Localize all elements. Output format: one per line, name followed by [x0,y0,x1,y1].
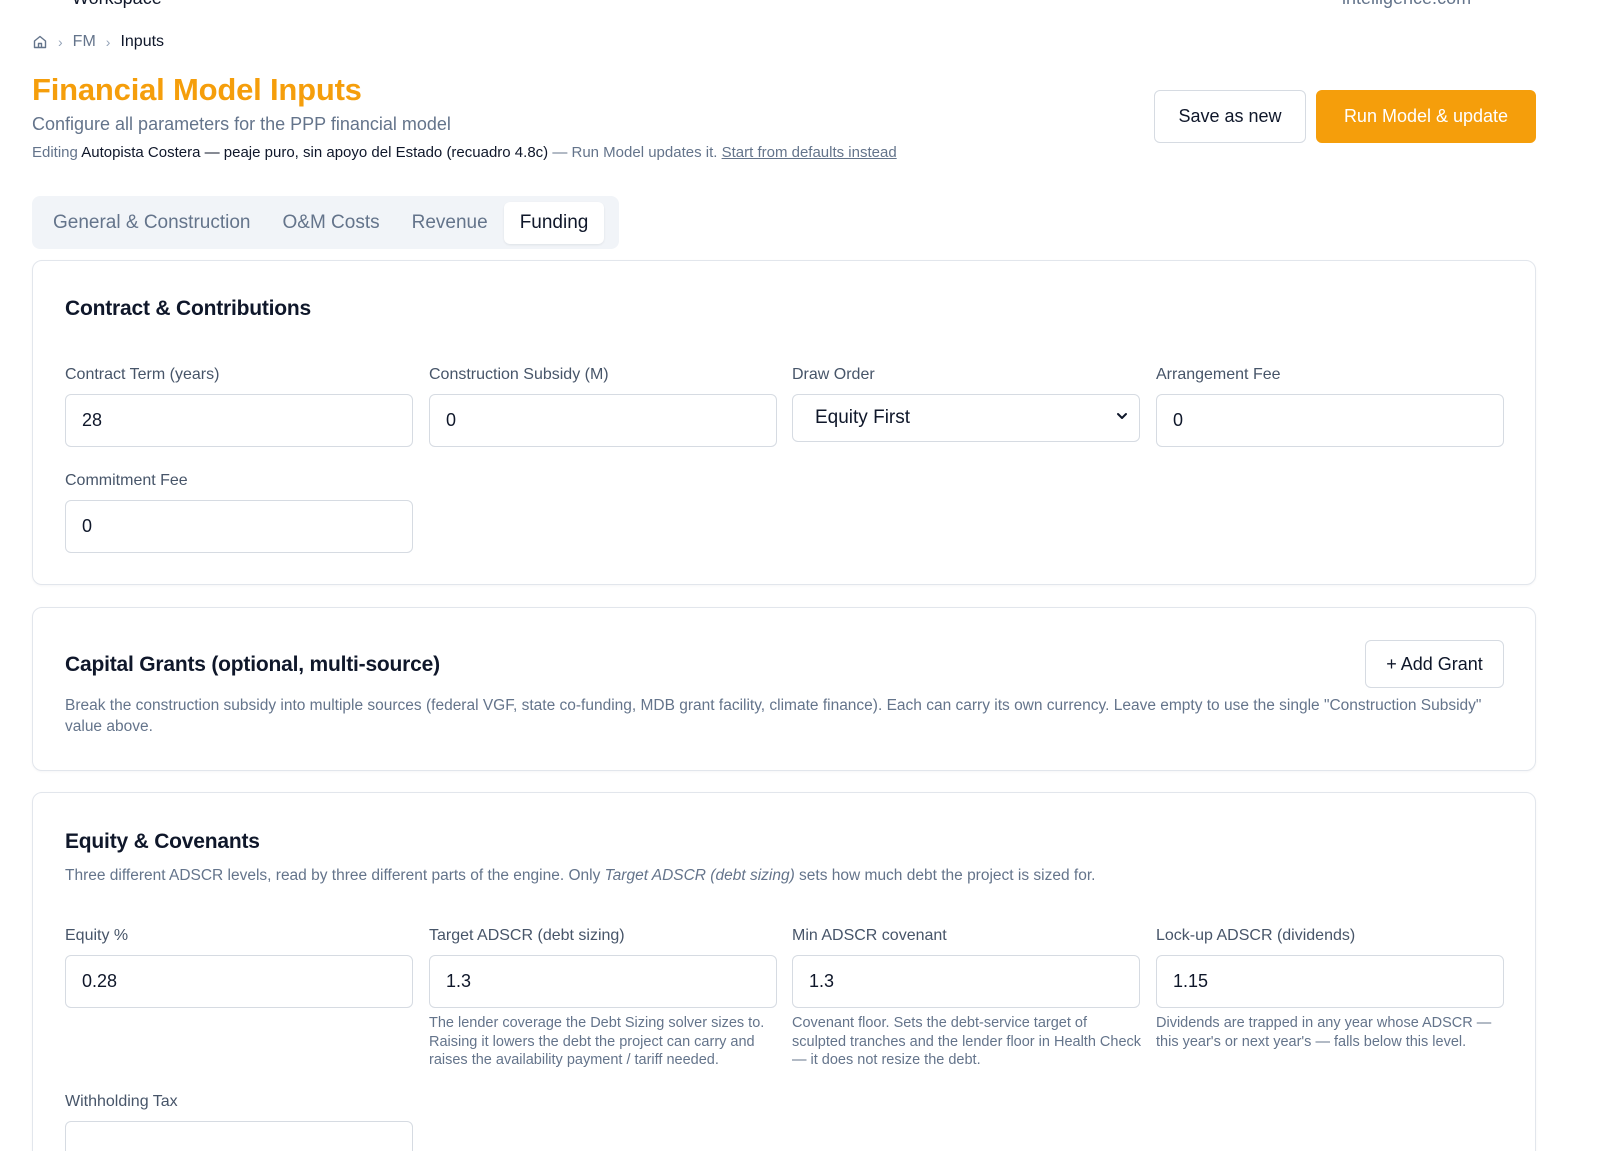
tab-revenue[interactable]: Revenue [396,202,504,244]
start-from-defaults-link[interactable]: Start from defaults instead [722,144,897,161]
draw-order-select[interactable]: Equity First [792,394,1140,442]
add-grant-button[interactable]: + Add Grant [1365,640,1504,688]
desc-before: Three different ADSCR levels, read by th… [65,867,605,884]
tab-general-construction[interactable]: General & Construction [37,202,267,244]
editing-prefix: Editing [32,144,78,161]
draw-order-label: Draw Order [792,366,875,383]
withholding-tax-label: Withholding Tax [65,1093,178,1110]
capital-grants-card: Capital Grants (optional, multi-source) … [32,607,1536,771]
equity-covenants-card: Equity & Covenants Three different ADSCR… [32,792,1536,1151]
desc-italic: Target ADSCR (debt sizing) [604,867,795,884]
chevron-right-icon: › [58,34,63,50]
min-adscr-help: Covenant floor. Sets the debt-service ta… [792,1015,1142,1068]
card-title: Equity & Covenants [65,830,260,853]
arrangement-fee-label: Arrangement Fee [1156,366,1281,383]
tab-om-costs[interactable]: O&M Costs [267,202,396,244]
lockup-adscr-help: Dividends are trapped in any year whose … [1156,1015,1492,1050]
editing-status: Editing Autopista Costera — peaje puro, … [32,144,897,161]
contract-term-input[interactable] [65,394,413,447]
target-adscr-help: The lender coverage the Debt Sizing solv… [429,1015,765,1068]
contract-term-label: Contract Term (years) [65,366,220,383]
workspace-label[interactable]: Workspace [72,0,162,9]
account-domain[interactable]: intelligence.com [1342,0,1471,9]
equity-description: Three different ADSCR levels, read by th… [65,865,1485,886]
page-subtitle: Configure all parameters for the PPP fin… [32,114,451,134]
commitment-fee-input[interactable] [65,500,413,553]
construction-subsidy-label: Construction Subsidy (M) [429,366,609,383]
contract-contributions-card: Contract & Contributions Contract Term (… [32,260,1536,585]
page: Workspace intelligence.com › FM › Inputs… [0,0,1600,1151]
run-model-button[interactable]: Run Model & update [1316,90,1536,143]
chevron-right-icon: › [105,34,111,50]
chevron-down-icon [1115,407,1129,429]
commitment-fee-label: Commitment Fee [65,472,188,489]
save-as-new-button[interactable]: Save as new [1154,90,1306,143]
lockup-adscr-label: Lock-up ADSCR (dividends) [1156,927,1356,944]
breadcrumb-fm[interactable]: FM [73,33,96,51]
lockup-adscr-input[interactable] [1156,955,1504,1008]
equity-pct-input[interactable] [65,955,413,1008]
draw-order-value: Equity First [815,407,911,428]
card-title: Contract & Contributions [65,297,312,320]
breadcrumb-inputs: Inputs [120,33,165,50]
editing-suffix: — Run Model updates it. [552,144,718,161]
min-adscr-label: Min ADSCR covenant [792,927,947,944]
home-icon[interactable] [32,34,48,50]
input-tabs: General & Construction O&M Costs Revenue… [32,196,619,249]
desc-after: sets how much debt the project is sized … [794,867,1096,884]
tab-funding[interactable]: Funding [503,201,605,244]
target-adscr-input[interactable] [429,955,777,1008]
card-title: Capital Grants (optional, multi-source) [65,653,440,676]
target-adscr-label: Target ADSCR (debt sizing) [429,927,625,944]
equity-pct-label: Equity % [65,927,129,944]
grants-description: Break the construction subsidy into mult… [65,697,1482,735]
withholding-tax-input[interactable] [65,1121,413,1151]
arrangement-fee-input[interactable] [1156,394,1504,447]
page-title: Financial Model Inputs [32,72,362,107]
scenario-name: Autopista Costera — peaje puro, sin apoy… [81,144,549,161]
min-adscr-input[interactable] [792,955,1140,1008]
breadcrumb: › FM › Inputs [32,32,164,52]
construction-subsidy-input[interactable] [429,394,777,447]
